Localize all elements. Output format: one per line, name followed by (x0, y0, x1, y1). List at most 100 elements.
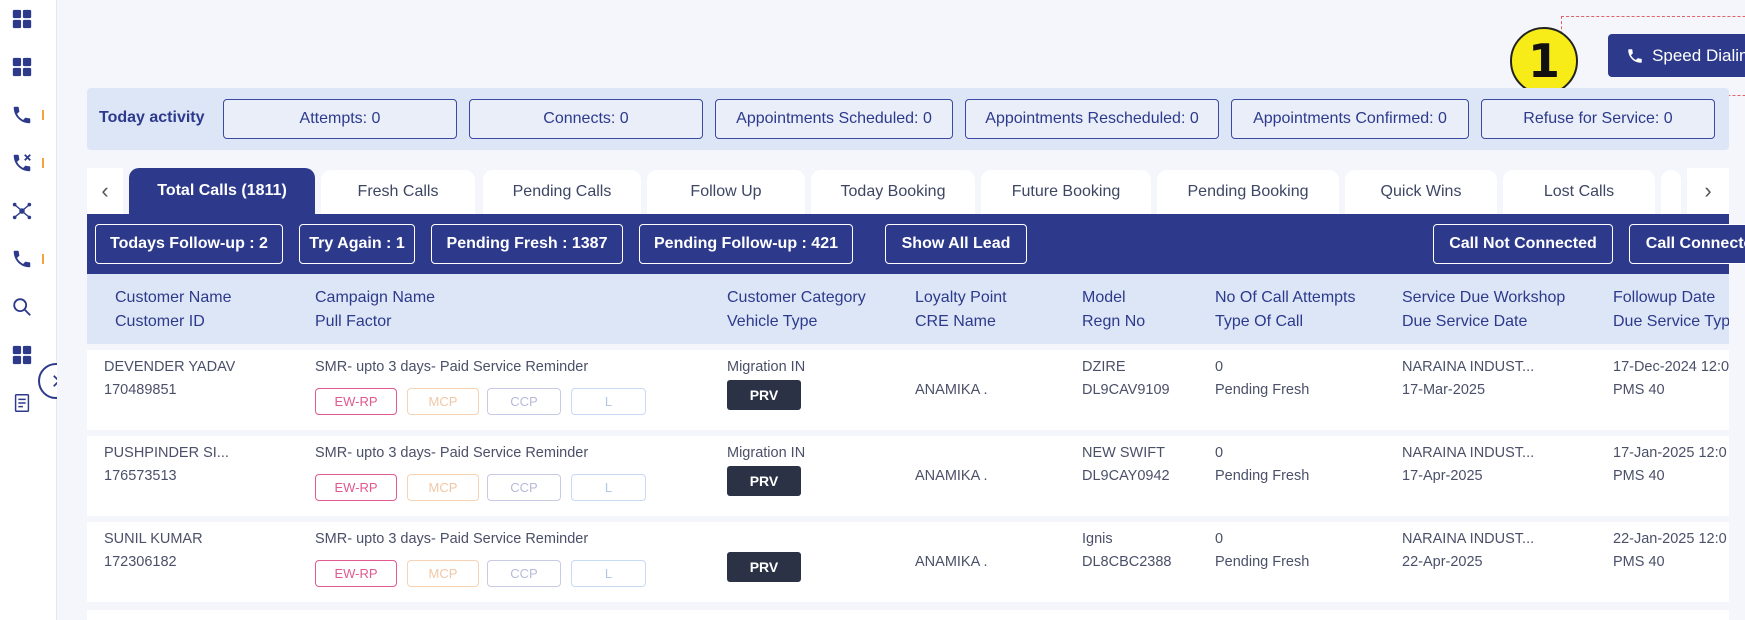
ew-rp-tag: EW-RP (315, 560, 397, 587)
column-header[interactable]: Service Due Workshop Due Service Date (1402, 286, 1565, 334)
call-not-connected-button[interactable]: Call Not Connected (1433, 224, 1613, 264)
phone-icon[interactable] (8, 245, 36, 273)
model: DZIRE (1082, 359, 1126, 375)
column-header[interactable]: Campaign Name Pull Factor (315, 286, 435, 334)
chevron-left-icon: ‹ (101, 178, 109, 203)
column-header[interactable]: Loyalty Point CRE Name (915, 286, 1007, 334)
report-icon[interactable] (8, 389, 36, 417)
table-row[interactable]: PUSHPINDER SI... 176573513 SMR- upto 3 da… (87, 436, 1729, 516)
vehicle-type-badge: PRV (727, 380, 801, 410)
tab-pending-booking[interactable]: Pending Booking (1157, 170, 1339, 214)
customer-name[interactable]: SUNIL KUMAR (104, 528, 203, 551)
table-row[interactable] (87, 610, 1729, 620)
tab-total-calls[interactable]: Total Calls (1811) (129, 168, 315, 214)
followup-date: 22-Jan-2025 12:0 (1613, 531, 1727, 547)
show-all-lead-button[interactable]: Show All Lead (885, 224, 1027, 264)
dashboard-icon[interactable] (8, 341, 36, 369)
sidebar (0, 0, 74, 620)
tab-future-booking[interactable]: Future Booking (981, 170, 1151, 214)
regn-no: DL9CAV9109 (1082, 382, 1170, 398)
regn-no: DL9CAY0942 (1082, 468, 1170, 484)
ccp-tag: CCP (487, 388, 561, 415)
tab-quick-wins[interactable]: Quick Wins (1345, 170, 1497, 214)
cre-name: ANAMIKA . (915, 468, 988, 484)
phone-icon[interactable] (8, 101, 36, 129)
column-header[interactable]: Model Regn No (1082, 286, 1145, 334)
pending-followup-button[interactable]: Pending Follow-up : 421 (639, 224, 853, 264)
tab-fresh-calls[interactable]: Fresh Calls (321, 170, 475, 214)
notification-indicator (42, 158, 44, 168)
customer-id: 170489851 (104, 382, 177, 398)
speed-dialing-button[interactable]: Speed Dialing (1608, 34, 1745, 77)
connects-stat: Connects: 0 (469, 99, 703, 139)
dashboard-icon[interactable] (8, 53, 36, 81)
ccp-tag: CCP (487, 474, 561, 501)
step-callout-marker: 1 (1510, 27, 1578, 95)
l-tag: L (571, 388, 646, 415)
tab-today-booking[interactable]: Today Booking (811, 170, 975, 214)
call-attempts: 0 (1215, 531, 1224, 547)
customer-name[interactable]: PUSHPINDER SI... (104, 442, 229, 465)
vehicle-type-badge: PRV (727, 552, 801, 582)
mcp-tag: MCP (407, 388, 479, 415)
customer-category: Migration IN (727, 359, 806, 375)
due-service-type: PMS 40 (1613, 382, 1665, 398)
pending-fresh-button[interactable]: Pending Fresh : 1387 (431, 224, 623, 264)
phone-icon (1628, 48, 1642, 63)
app-root: Speed Dialing 1 Today activity Attempts:… (0, 0, 1745, 620)
campaign-name: SMR- upto 3 days- Paid Service Reminder (315, 359, 589, 375)
tabs-prev-button[interactable]: ‹ (87, 168, 123, 214)
phone-missed-icon[interactable] (8, 149, 36, 177)
service-workshop: NARAINA INDUST... (1402, 445, 1535, 461)
table-row[interactable]: DEVENDER YADAV 170489851 SMR- upto 3 days… (87, 350, 1729, 430)
ew-rp-tag: EW-RP (315, 388, 397, 415)
call-attempts: 0 (1215, 445, 1224, 461)
todays-followup-button[interactable]: Todays Follow-up : 2 (95, 224, 283, 264)
regn-no: DL8CBC2388 (1082, 554, 1172, 570)
due-service-type: PMS 40 (1613, 554, 1665, 570)
mcp-tag: MCP (407, 474, 479, 501)
customer-name[interactable]: DEVENDER YADAV (104, 356, 235, 379)
column-header[interactable]: Customer Category Vehicle Type (727, 286, 866, 334)
ew-rp-tag: EW-RP (315, 474, 397, 501)
due-service-date: 22-Apr-2025 (1402, 554, 1483, 570)
today-activity-label: Today activity (99, 109, 205, 126)
main-content: Speed Dialing 1 Today activity Attempts:… (57, 0, 1745, 620)
tab-pending-calls[interactable]: Pending Calls (483, 170, 641, 214)
customer-id: 172306182 (104, 554, 177, 570)
tab-follow-up[interactable]: Follow Up (647, 170, 805, 214)
notification-indicator (42, 254, 44, 264)
search-icon[interactable] (8, 293, 36, 321)
service-workshop: NARAINA INDUST... (1402, 531, 1535, 547)
dashboard-icon[interactable] (8, 5, 36, 33)
model: Ignis (1082, 531, 1113, 547)
tab-lost-calls[interactable]: Lost Calls (1503, 170, 1655, 214)
campaign-name: SMR- upto 3 days- Paid Service Reminder (315, 531, 589, 547)
speed-dialing-label: Speed Dialing (1652, 45, 1745, 65)
l-tag: L (571, 474, 646, 501)
call-type: Pending Fresh (1215, 382, 1310, 398)
campaign-name: SMR- upto 3 days- Paid Service Reminder (315, 445, 589, 461)
followup-date: 17-Dec-2024 12:0 (1613, 359, 1729, 375)
due-service-type: PMS 40 (1613, 468, 1665, 484)
try-again-button[interactable]: Try Again : 1 (299, 224, 415, 264)
appointments-confirmed-stat: Appointments Confirmed: 0 (1231, 99, 1469, 139)
call-type: Pending Fresh (1215, 468, 1310, 484)
tab-overflow[interactable] (1661, 170, 1681, 214)
customer-category: Migration IN (727, 445, 806, 461)
model: NEW SWIFT (1082, 445, 1165, 461)
refuse-for-service-stat: Refuse for Service: 0 (1481, 99, 1715, 139)
column-header[interactable]: No Of Call Attempts Type Of Call (1215, 286, 1356, 334)
chevron-right-icon: › (1704, 178, 1712, 203)
column-header[interactable]: Customer Name Customer ID (115, 286, 231, 334)
network-icon[interactable] (8, 197, 36, 225)
table-row[interactable]: SUNIL KUMAR 172306182 SMR- upto 3 days- P… (87, 522, 1729, 602)
column-header[interactable]: Followup Date Due Service Typ (1613, 286, 1729, 334)
vehicle-type-badge: PRV (727, 466, 801, 496)
tabs-next-button[interactable]: › (1687, 168, 1729, 214)
today-activity-bar: Today activity Attempts: 0 Connects: 0 A… (87, 88, 1729, 150)
followup-date: 17-Jan-2025 12:0 (1613, 445, 1727, 461)
call-connected-button[interactable]: Call Connected (1629, 224, 1745, 264)
due-service-date: 17-Mar-2025 (1402, 382, 1486, 398)
cre-name: ANAMIKA . (915, 382, 988, 398)
